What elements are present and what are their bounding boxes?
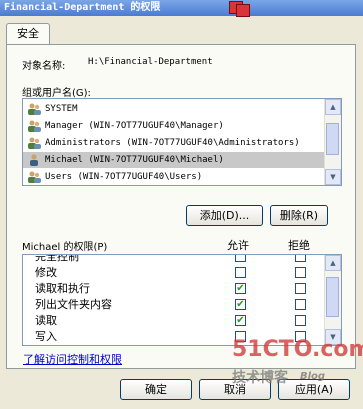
scroll-down-icon[interactable]: ▼ bbox=[325, 169, 341, 185]
list-item[interactable]: Users (WIN-7OT77UGUF40\Users) bbox=[23, 169, 325, 185]
scroll-up-icon[interactable]: ▲ bbox=[325, 255, 341, 271]
user-group-icon bbox=[28, 137, 41, 149]
allow-checkbox[interactable] bbox=[235, 267, 246, 278]
deny-checkbox[interactable] bbox=[295, 283, 306, 294]
permission-name: 读取和执行 bbox=[35, 282, 90, 295]
add-button[interactable]: 添加(D)... bbox=[186, 205, 263, 226]
permission-name: 列出文件夹内容 bbox=[35, 298, 112, 311]
list-item[interactable]: SYSTEM bbox=[23, 101, 325, 117]
permission-row: 读取和执行 ✔ bbox=[23, 280, 325, 297]
scroll-up-icon[interactable]: ▲ bbox=[325, 99, 341, 115]
list-item[interactable]: Manager (WIN-7OT77UGUF40\Manager) bbox=[23, 118, 325, 134]
list-item-label: SYSTEM bbox=[45, 104, 78, 114]
permission-row: 读取 ✔ bbox=[23, 312, 325, 329]
remove-button[interactable]: 删除(R) bbox=[270, 205, 328, 226]
allow-checkbox[interactable]: ✔ bbox=[235, 315, 246, 326]
permission-row: 列出文件夹内容 ✔ bbox=[23, 296, 325, 313]
scroll-thumb[interactable] bbox=[326, 123, 339, 155]
allow-checkbox[interactable]: ✔ bbox=[235, 283, 246, 294]
list-item-label: Michael (WIN-7OT77UGUF40\Michael) bbox=[45, 155, 224, 165]
user-icon bbox=[30, 154, 38, 166]
scroll-thumb[interactable] bbox=[326, 277, 339, 317]
list-item-label: Manager (WIN-7OT77UGUF40\Manager) bbox=[45, 121, 224, 131]
allow-checkbox[interactable]: ✔ bbox=[235, 299, 246, 310]
object-name-value: H:\Financial-Department bbox=[88, 57, 213, 67]
list-item-label: Administrators (WIN-7OT77UGUF40\Administ… bbox=[45, 138, 300, 148]
permissions-list[interactable]: 完全控制 修改 读取和执行 ✔ 列出文件夹内容 ✔ 读取 ✔ 写入 ▲ ▼ bbox=[22, 254, 342, 346]
permission-name: 写入 bbox=[35, 330, 57, 343]
deny-checkbox[interactable] bbox=[295, 299, 306, 310]
window-app-icon bbox=[236, 4, 250, 17]
deny-checkbox[interactable] bbox=[295, 315, 306, 326]
object-name-label: 对象名称: bbox=[22, 61, 66, 72]
window-title: Financial-Department 的权限 bbox=[4, 2, 161, 13]
allow-header: 允许 bbox=[227, 239, 249, 252]
user-group-icon bbox=[28, 171, 41, 183]
ok-button[interactable]: 确定 bbox=[120, 379, 192, 400]
groups-list[interactable]: SYSTEM Manager (WIN-7OT77UGUF40\Manager)… bbox=[22, 98, 342, 186]
permission-row: 修改 bbox=[23, 264, 325, 281]
groups-label: 组或用户名(G): bbox=[22, 88, 91, 99]
watermark-subtitle: 技术博客 bbox=[232, 370, 288, 386]
allow-checkbox[interactable] bbox=[235, 255, 246, 262]
apply-button[interactable]: 应用(A) bbox=[278, 379, 350, 400]
watermark-logo: 51CTO.com bbox=[232, 337, 363, 362]
permissions-label: Michael 的权限(P) bbox=[22, 242, 108, 253]
user-group-icon bbox=[28, 120, 41, 132]
groups-scrollbar[interactable]: ▲ ▼ bbox=[324, 99, 341, 185]
permission-name: 修改 bbox=[35, 266, 57, 279]
tab-security[interactable]: 安全 bbox=[6, 23, 50, 45]
deny-header: 拒绝 bbox=[288, 239, 310, 252]
permissions-scrollbar[interactable]: ▲ ▼ bbox=[324, 255, 341, 345]
learn-access-control-link[interactable]: 了解访问控制和权限 bbox=[23, 351, 122, 367]
list-item-label: Users (WIN-7OT77UGUF40\Users) bbox=[45, 172, 203, 182]
deny-checkbox[interactable] bbox=[295, 267, 306, 278]
list-item[interactable]: Administrators (WIN-7OT77UGUF40\Administ… bbox=[23, 135, 325, 151]
user-group-icon bbox=[28, 103, 41, 115]
watermark-blog: Blog bbox=[300, 371, 326, 382]
deny-checkbox[interactable] bbox=[295, 255, 306, 262]
list-item[interactable]: Michael (WIN-7OT77UGUF40\Michael) bbox=[23, 152, 325, 168]
title-bar[interactable]: Financial-Department 的权限 bbox=[0, 0, 363, 17]
permission-name: 读取 bbox=[35, 314, 57, 327]
